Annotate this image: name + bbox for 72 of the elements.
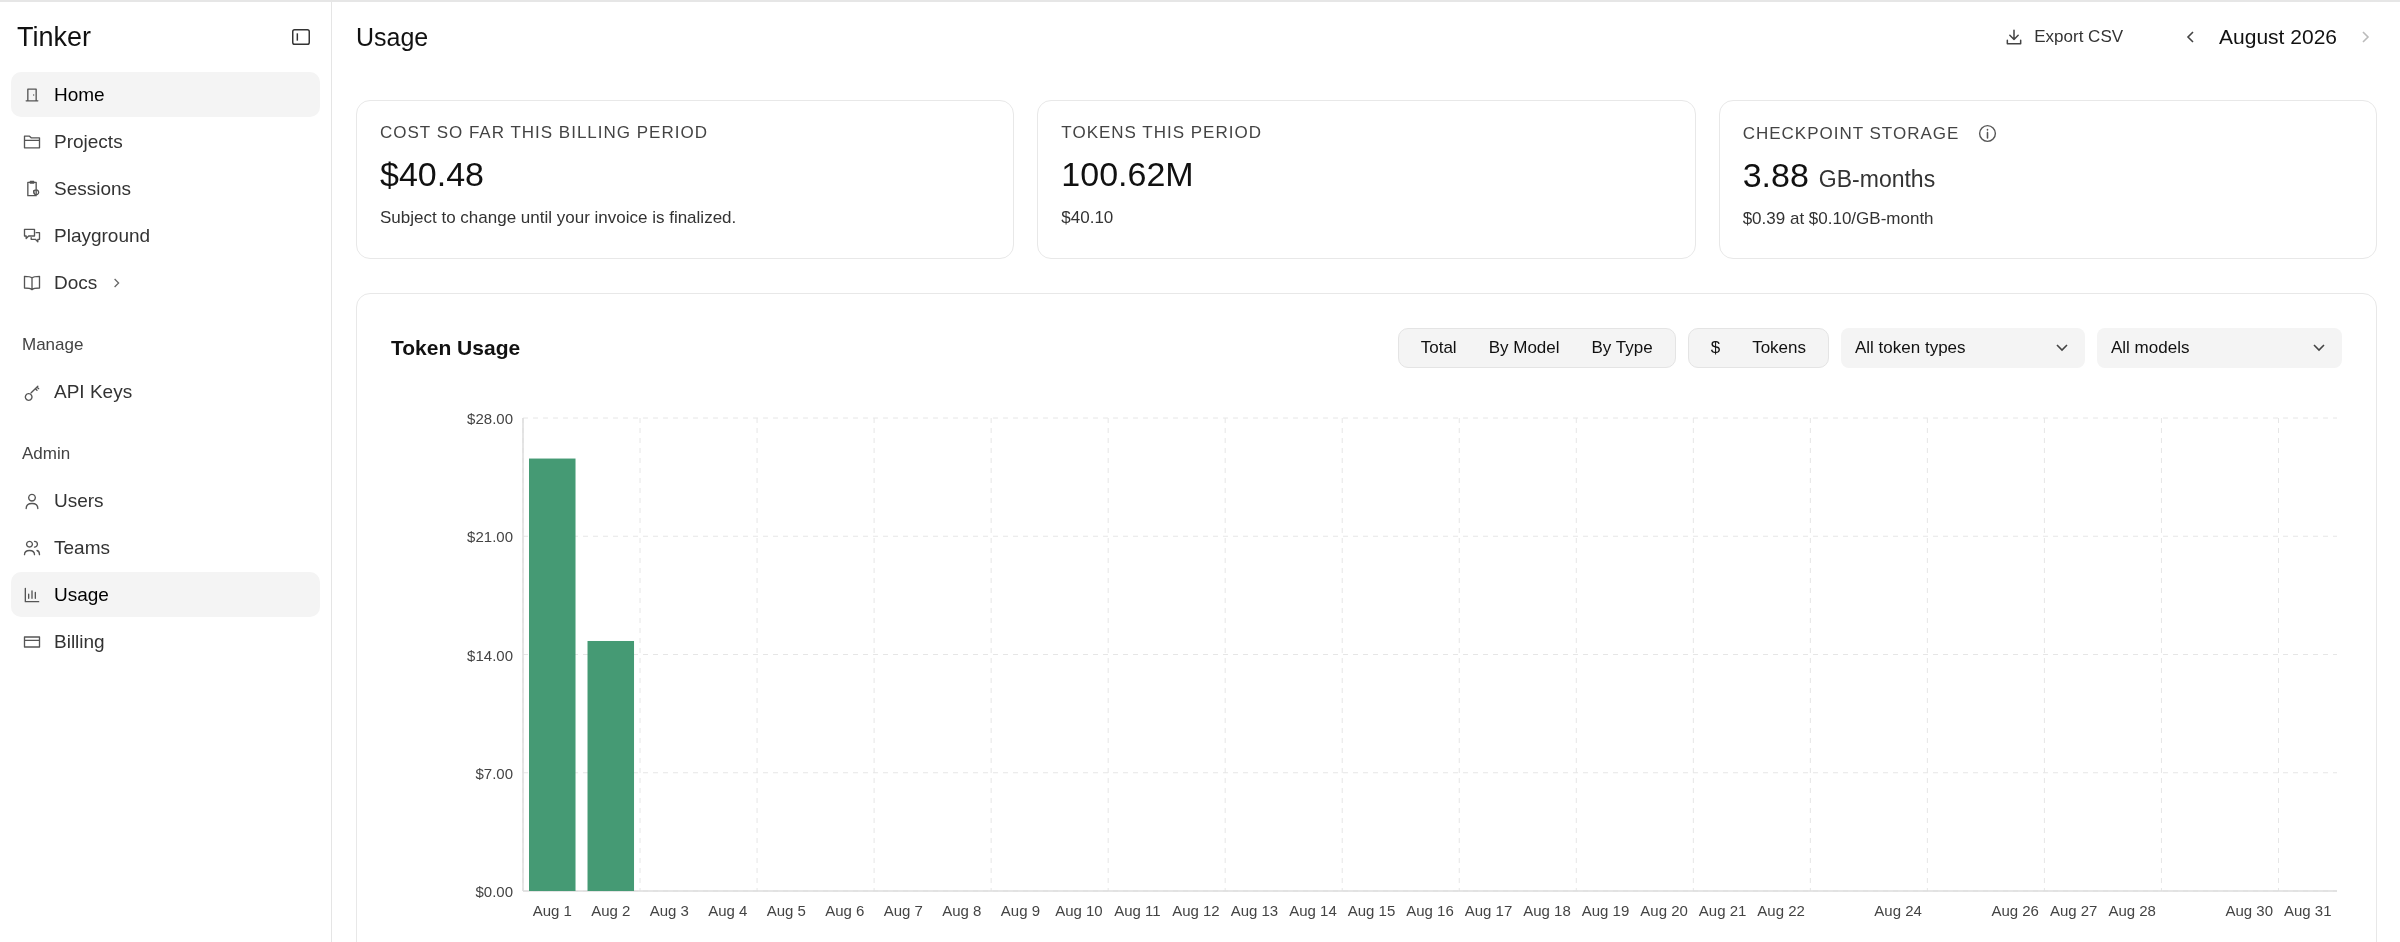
x-tick-label: Aug 28: [2108, 902, 2156, 919]
card-note: $0.39 at $0.10/GB-month: [1742, 209, 1935, 229]
x-tick-label: Aug 30: [2225, 902, 2273, 919]
x-tick-label: Aug 19: [1581, 902, 1630, 919]
nav-item[interactable]: Projects: [11, 119, 320, 164]
x-tick-label: Aug 24: [1874, 902, 1922, 919]
nav-item[interactable]: Home: [11, 72, 320, 117]
y-tick-label: $7.00: [475, 764, 513, 782]
export-csv-button[interactable]: Export CSV: [1996, 23, 2132, 51]
nav-item[interactable]: API Keys: [11, 369, 320, 414]
x-tick-label: Aug 2: [591, 902, 631, 919]
x-tick-label: Aug 22: [1757, 902, 1805, 919]
x-tick-label: Aug 10: [1055, 902, 1103, 919]
chart-title: Token Usage: [391, 336, 521, 360]
stat-value: 100.62M: [1061, 155, 1194, 194]
x-tick-label: Aug 8: [942, 902, 982, 919]
x-tick-label: Aug 27: [2049, 902, 2098, 919]
x-tick-label: Aug 17: [1464, 902, 1513, 919]
stat-value: 3.88: [1742, 156, 1809, 195]
card-note: $40.10: [1061, 208, 1115, 228]
x-tick-label: Aug 5: [766, 902, 806, 919]
previous-month-icon[interactable]: [2185, 29, 2196, 45]
x-tick-label: Aug 13: [1230, 902, 1279, 919]
filter-dropdown[interactable]: All token types: [1841, 328, 2085, 368]
x-tick-label: Aug 16: [1406, 902, 1454, 919]
chevron-down-icon: [2055, 343, 2069, 353]
x-tick-label: Aug 21: [1698, 902, 1747, 919]
nav-item[interactable]: Docs: [11, 260, 320, 305]
x-tick-label: Aug 14: [1289, 902, 1337, 919]
stat-unit: GB-months: [1818, 166, 1936, 193]
x-tick-label: Aug 3: [649, 902, 689, 919]
unit-option[interactable]: $: [1694, 338, 1737, 358]
chevron-down-icon: [2312, 343, 2326, 353]
view-option[interactable]: By Model: [1472, 338, 1576, 358]
stat-value: $40.48: [380, 155, 484, 194]
view-option[interactable]: Total: [1404, 338, 1473, 358]
x-tick-label: Aug 1: [532, 902, 572, 919]
card-note: Subject to change until your invoice is finalized.: [380, 208, 738, 228]
x-tick-label: Aug 20: [1640, 902, 1688, 919]
x-tick-label: Aug 26: [1991, 902, 2039, 919]
x-tick-label: Aug 6: [825, 902, 865, 919]
x-tick-label: Aug 15: [1347, 902, 1396, 919]
card-label: CHECKPOINT STORAGE: [1742, 123, 1960, 144]
section-heading: Manage: [21, 334, 85, 356]
app-title: Tinker: [17, 21, 91, 53]
x-tick-label: Aug 11: [1114, 902, 1161, 919]
x-tick-label: Aug 18: [1523, 902, 1571, 919]
nav-item[interactable]: Billing: [11, 619, 320, 664]
unit-option[interactable]: Tokens: [1736, 338, 1822, 358]
card-label: TOKENS THIS PERIOD: [1061, 123, 1262, 143]
nav-item[interactable]: Users: [11, 478, 320, 523]
card-label: COST SO FAR THIS BILLING PERIOD: [380, 123, 708, 143]
section-heading: Admin: [21, 443, 72, 465]
nav-item[interactable]: Teams: [11, 525, 320, 570]
period-label: August 2026: [2219, 25, 2337, 49]
nav-item[interactable]: Usage: [11, 572, 320, 617]
y-tick-label: $14.00: [467, 646, 513, 664]
y-tick-label: $28.00: [467, 410, 513, 427]
nav-item[interactable]: Sessions: [11, 166, 320, 211]
y-tick-label: $0.00: [475, 883, 513, 900]
page-title: Usage: [356, 22, 429, 52]
filter-dropdown[interactable]: All models: [2097, 328, 2342, 368]
info-icon[interactable]: [1977, 123, 1999, 144]
nav-item[interactable]: Playground: [11, 213, 320, 258]
x-tick-label: Aug 12: [1172, 902, 1220, 919]
x-tick-label: Aug 31: [2283, 902, 2332, 919]
y-tick-label: $21.00: [467, 528, 513, 546]
sidebar-toggle-icon[interactable]: [290, 26, 312, 48]
view-option[interactable]: By Type: [1575, 338, 1669, 358]
x-tick-label: Aug 4: [708, 902, 748, 919]
x-tick-label: Aug 9: [1000, 902, 1040, 919]
x-tick-label: Aug 7: [883, 902, 923, 919]
